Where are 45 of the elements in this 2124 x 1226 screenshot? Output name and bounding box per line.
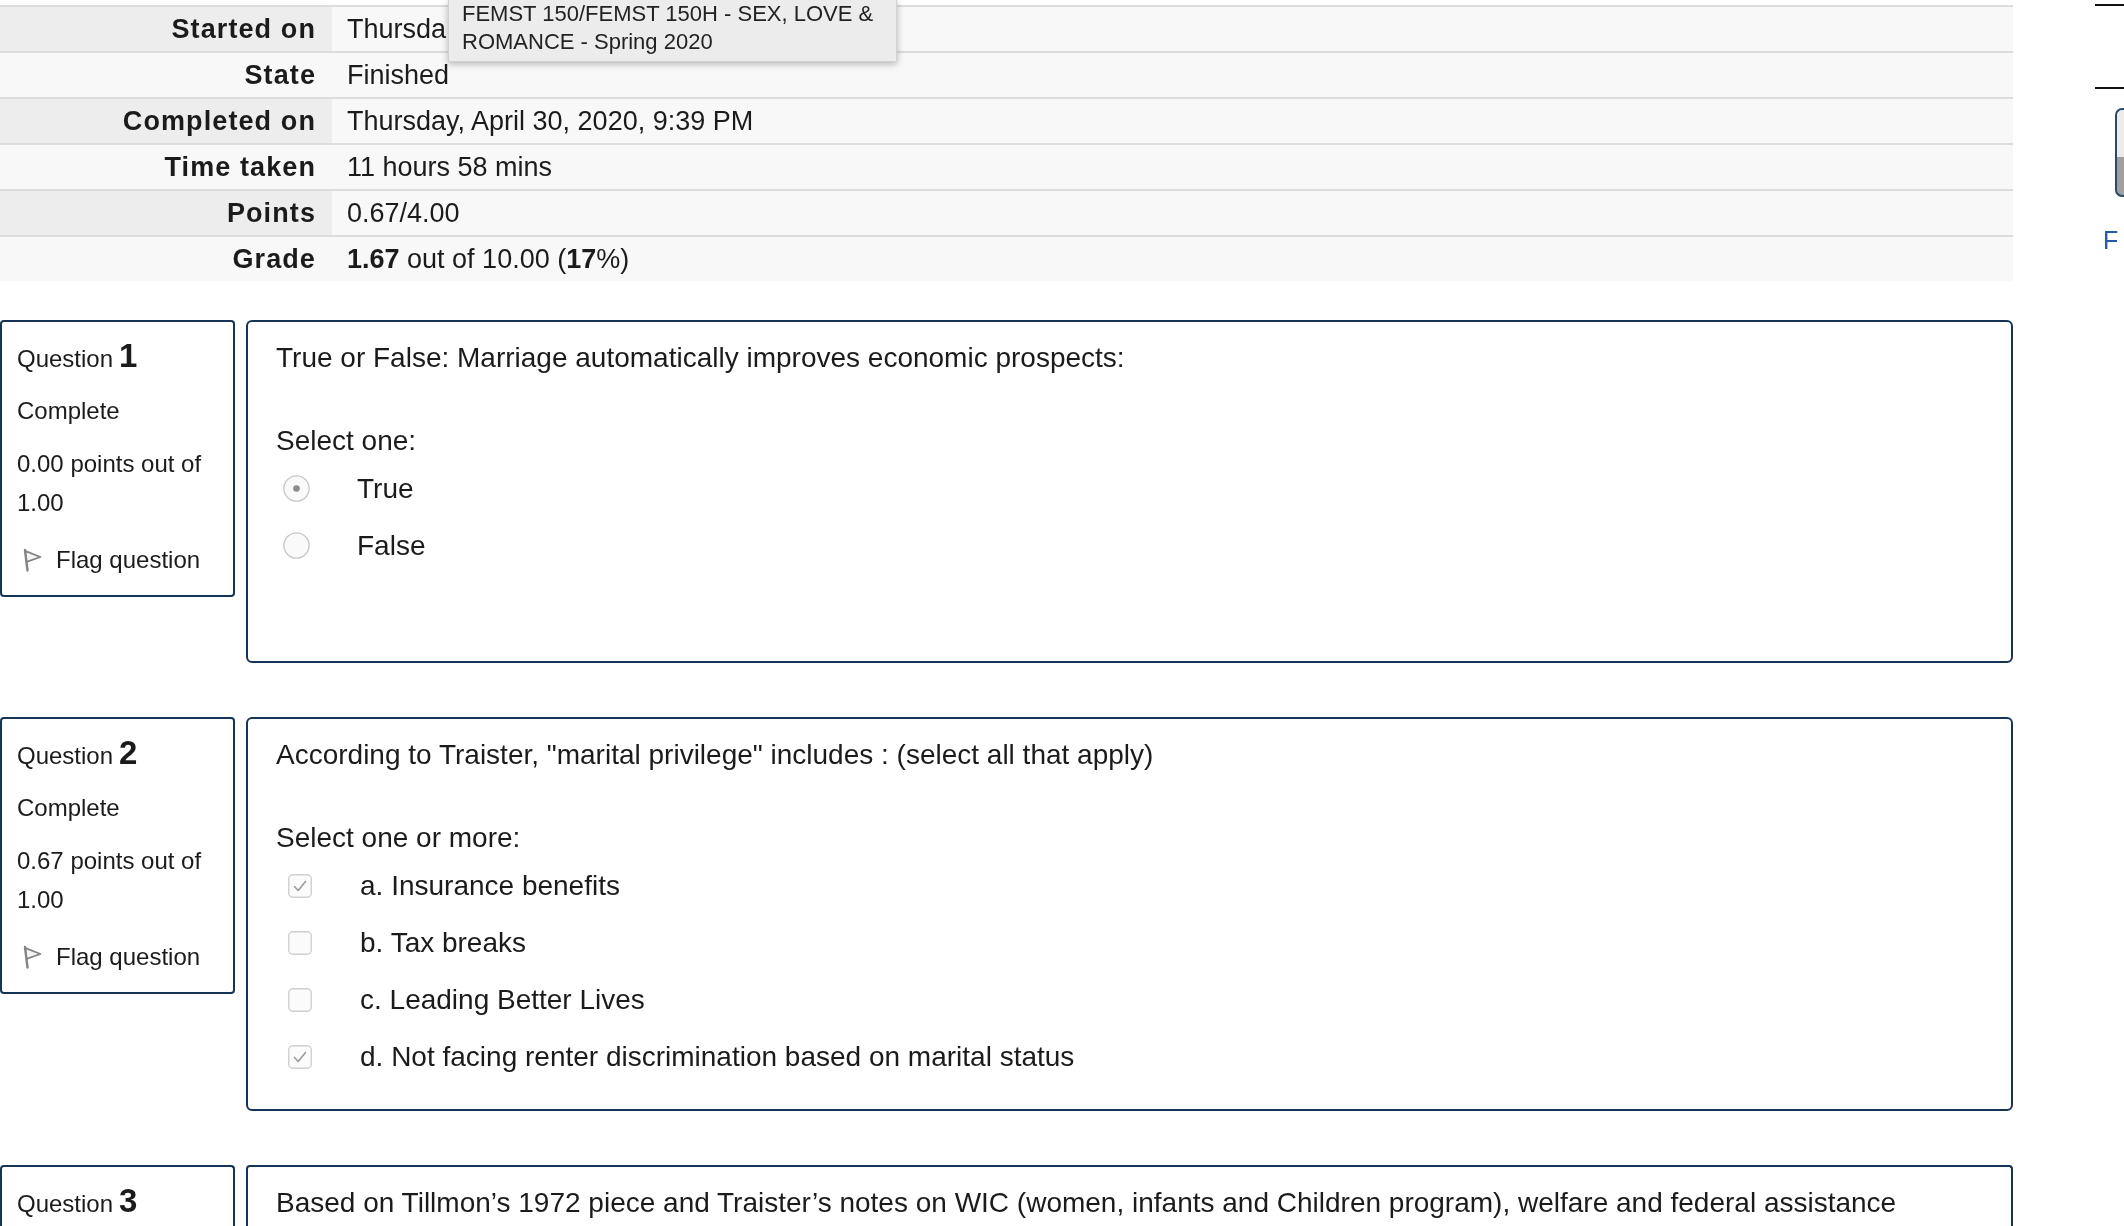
checkbox[interactable] <box>288 987 312 1012</box>
flag-icon <box>21 945 43 969</box>
option-label: False <box>357 529 426 562</box>
question-grade: 0.00 points out of 1.00 <box>17 449 203 518</box>
question-state: Complete <box>17 793 121 823</box>
summary-value: Thursday, April 30, 2020, 9:39 PM <box>332 99 2013 143</box>
sidebar-link[interactable]: F <box>2103 225 2119 255</box>
prompt-text: Select one: <box>276 425 418 457</box>
radio-button[interactable] <box>283 532 310 559</box>
checkbox[interactable] <box>288 930 312 955</box>
question-number: 3 <box>119 1182 138 1219</box>
question-number: 1 <box>119 337 138 374</box>
radio-button[interactable] <box>283 475 310 502</box>
flag-icon <box>21 548 43 572</box>
summary-label: Points <box>0 191 332 235</box>
question-label: Question <box>17 742 114 769</box>
question-text: True or False: Marriage automatically improves economic prospects: <box>276 342 1126 374</box>
tooltip: FEMST 150/FEMST 150H - SEX, LOVE & ROMANCE - Spring 2020 <box>448 0 897 62</box>
question-number: 2 <box>119 734 138 771</box>
question-label: Question <box>17 1190 114 1217</box>
summary-label: Time taken <box>0 145 332 189</box>
summary-label: State <box>0 53 332 97</box>
question-text: Based on Tillmon’s 1972 piece and Traister’s notes on WIC (women, infants and Children program), welfare and federal assistance <box>276 1187 1898 1219</box>
option-label: True <box>357 472 414 505</box>
question-nav-button[interactable] <box>2115 108 2124 197</box>
option-label: a. Insurance benefits <box>360 869 620 902</box>
checkbox[interactable] <box>288 873 312 898</box>
summary-label: Grade <box>0 237 332 281</box>
summary-label: Started on <box>0 7 332 51</box>
question-state: Complete <box>17 396 121 426</box>
flag-question-link[interactable]: Flag question <box>17 939 201 975</box>
option-label: b. Tax breaks <box>360 926 527 959</box>
checkbox[interactable] <box>288 1044 312 1069</box>
question-text: According to Traister, "marital privilege" includes : (select all that apply) <box>276 739 1155 771</box>
summary-value: 0.67/4.00 <box>332 191 2013 235</box>
summary-value: 11 hours 58 mins <box>332 145 2013 189</box>
option-label: c. Leading Better Lives <box>360 983 645 1016</box>
flag-question-link[interactable]: Flag question <box>17 542 201 578</box>
summary-value: 1.67 out of 10.00 (17%) <box>332 237 2013 281</box>
option-label: d. Not facing renter discrimination based on marital status <box>360 1040 1075 1073</box>
question-label: Question <box>17 345 114 372</box>
prompt-text: Select one or more: <box>276 822 522 854</box>
summary-value: Finished <box>332 53 2013 97</box>
question-grade: 0.67 points out of 1.00 <box>17 846 203 915</box>
summary-label: Completed on <box>0 99 332 143</box>
